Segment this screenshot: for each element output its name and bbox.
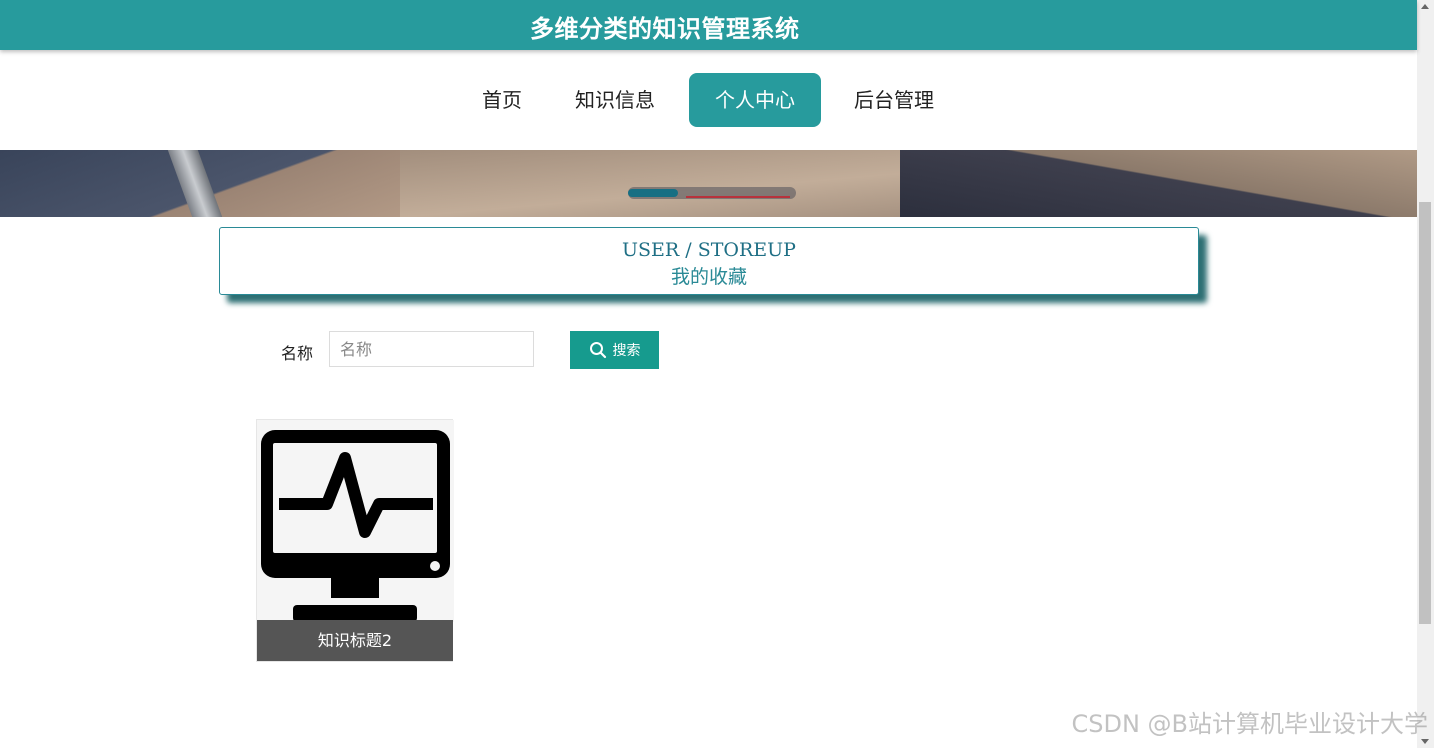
- scroll-down-icon[interactable]: [1421, 739, 1429, 744]
- search-name-input[interactable]: [329, 331, 534, 367]
- card-title: 知识标题2: [257, 620, 453, 661]
- section-title-en: USER / STOREUP: [622, 239, 796, 261]
- search-icon: [589, 342, 606, 359]
- carousel-indicator[interactable]: [628, 187, 796, 199]
- carousel-dot-rest[interactable]: [686, 196, 790, 198]
- search-name-label: 名称: [281, 344, 314, 363]
- nav-item-knowledge-info[interactable]: 知识信息: [575, 73, 655, 127]
- scrollbar-thumb[interactable]: [1419, 202, 1431, 624]
- section-title-box: USER / STOREUP 我的收藏: [219, 227, 1199, 295]
- nav-item-home[interactable]: 首页: [482, 73, 522, 127]
- banner-carousel: [0, 150, 1417, 217]
- search-button[interactable]: 搜索: [570, 331, 659, 369]
- carousel-dot-active[interactable]: [628, 189, 678, 197]
- page-scrollbar[interactable]: [1417, 0, 1434, 748]
- scroll-up-icon[interactable]: [1421, 4, 1429, 9]
- monitor-heartbeat-icon: [257, 420, 454, 622]
- site-title: 多维分类的知识管理系统: [530, 15, 800, 43]
- watermark: CSDN @B站计算机毕业设计大学: [1071, 710, 1428, 738]
- section-title-cn: 我的收藏: [670, 266, 747, 288]
- nav-item-admin[interactable]: 后台管理: [854, 73, 934, 127]
- top-header-bar: 多维分类的知识管理系统: [0, 0, 1417, 50]
- favorite-card[interactable]: 知识标题2: [256, 419, 454, 662]
- main-nav: 首页 知识信息 个人中心 后台管理: [0, 50, 1417, 150]
- search-button-label: 搜索: [612, 343, 641, 359]
- nav-item-personal-center[interactable]: 个人中心: [689, 73, 821, 127]
